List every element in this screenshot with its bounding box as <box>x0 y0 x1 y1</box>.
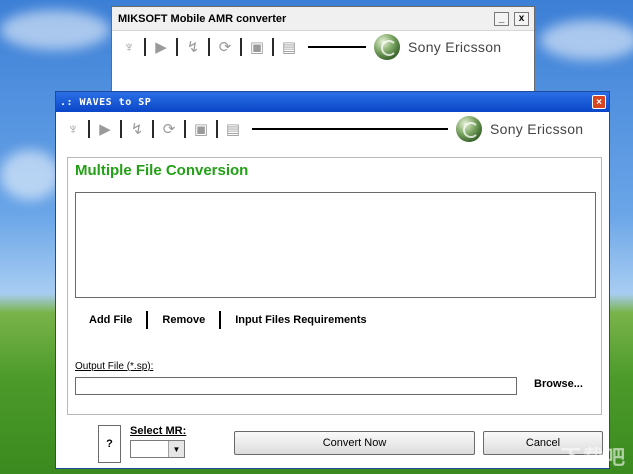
watermark: 下载吧 <box>561 447 627 469</box>
toolbar-separator <box>88 120 90 138</box>
back-window-titlebar[interactable]: MIKSOFT Mobile AMR converter _ x <box>112 7 534 31</box>
brand-text: Sony Ericsson <box>490 121 584 137</box>
sony-ericsson-logo: Sony Ericsson <box>374 34 501 60</box>
device-icon[interactable]: ▤ <box>278 36 300 58</box>
close-button[interactable]: × <box>592 95 606 109</box>
toolbar-separator <box>184 120 186 138</box>
file-actions: Add File Remove Input Files Requirements <box>75 311 381 329</box>
back-window-title: MIKSOFT Mobile AMR converter <box>118 12 287 25</box>
toolbar-separator <box>216 120 218 138</box>
close-button[interactable]: x <box>514 11 529 26</box>
cloud <box>0 150 60 200</box>
front-window-titlebar[interactable]: .: WAVES to SP × <box>56 92 609 112</box>
back-toolbar: ♆ ▶ ↯ ⟳ ▣ ▤ Sony Ericsson <box>112 31 534 63</box>
device-icon[interactable]: ▤ <box>222 118 244 140</box>
front-window-title: .: WAVES to SP <box>60 96 152 108</box>
remove-button[interactable]: Remove <box>148 314 219 326</box>
sony-ericsson-ball-icon <box>456 116 482 142</box>
signal-icon[interactable]: ↯ <box>126 118 148 140</box>
select-mr-dropdown[interactable]: ▼ <box>130 440 185 458</box>
toolbar-separator <box>152 120 154 138</box>
sony-ericsson-ball-icon <box>374 34 400 60</box>
ear-icon[interactable]: ♆ <box>118 36 140 58</box>
toolbar-separator <box>272 38 274 56</box>
back-window: MIKSOFT Mobile AMR converter _ x ♆ ▶ ↯ ⟳… <box>111 6 535 94</box>
panel-title: Multiple File Conversion <box>75 162 249 179</box>
toolbar-separator <box>120 120 122 138</box>
play-icon[interactable]: ▶ <box>94 118 116 140</box>
refresh-icon[interactable]: ⟳ <box>214 36 236 58</box>
minimize-button[interactable]: _ <box>494 11 509 26</box>
help-button[interactable]: ? <box>98 425 121 463</box>
toolbar-separator <box>176 38 178 56</box>
toolbar-line <box>252 128 448 130</box>
convert-now-button[interactable]: Convert Now <box>234 431 475 455</box>
cloud <box>540 20 633 60</box>
input-requirements-button[interactable]: Input Files Requirements <box>221 314 380 326</box>
brand-text: Sony Ericsson <box>408 39 502 55</box>
signal-icon[interactable]: ↯ <box>182 36 204 58</box>
sony-ericsson-logo: Sony Ericsson <box>456 116 583 142</box>
front-toolbar: ♆ ▶ ↯ ⟳ ▣ ▤ Sony Ericsson <box>56 112 609 146</box>
toolbar-separator <box>240 38 242 56</box>
select-mr-label: Select MR: <box>130 425 187 437</box>
play-icon[interactable]: ▶ <box>150 36 172 58</box>
ear-icon[interactable]: ♆ <box>62 118 84 140</box>
output-file-label: Output File (*.sp): <box>75 361 154 372</box>
phone-icon[interactable]: ▣ <box>246 36 268 58</box>
add-file-button[interactable]: Add File <box>75 314 146 326</box>
toolbar-separator <box>144 38 146 56</box>
cloud <box>0 10 110 50</box>
chevron-down-icon[interactable]: ▼ <box>168 441 184 457</box>
phone-icon[interactable]: ▣ <box>190 118 212 140</box>
output-file-input[interactable] <box>75 377 517 395</box>
conversion-panel: Multiple File Conversion Add File Remove… <box>67 157 602 415</box>
toolbar-line <box>308 46 366 48</box>
browse-button[interactable]: Browse... <box>534 378 583 390</box>
front-window: .: WAVES to SP × ♆ ▶ ↯ ⟳ ▣ ▤ Sony Ericss… <box>55 91 610 469</box>
refresh-icon[interactable]: ⟳ <box>158 118 180 140</box>
toolbar-separator <box>208 38 210 56</box>
file-list[interactable] <box>75 192 596 298</box>
